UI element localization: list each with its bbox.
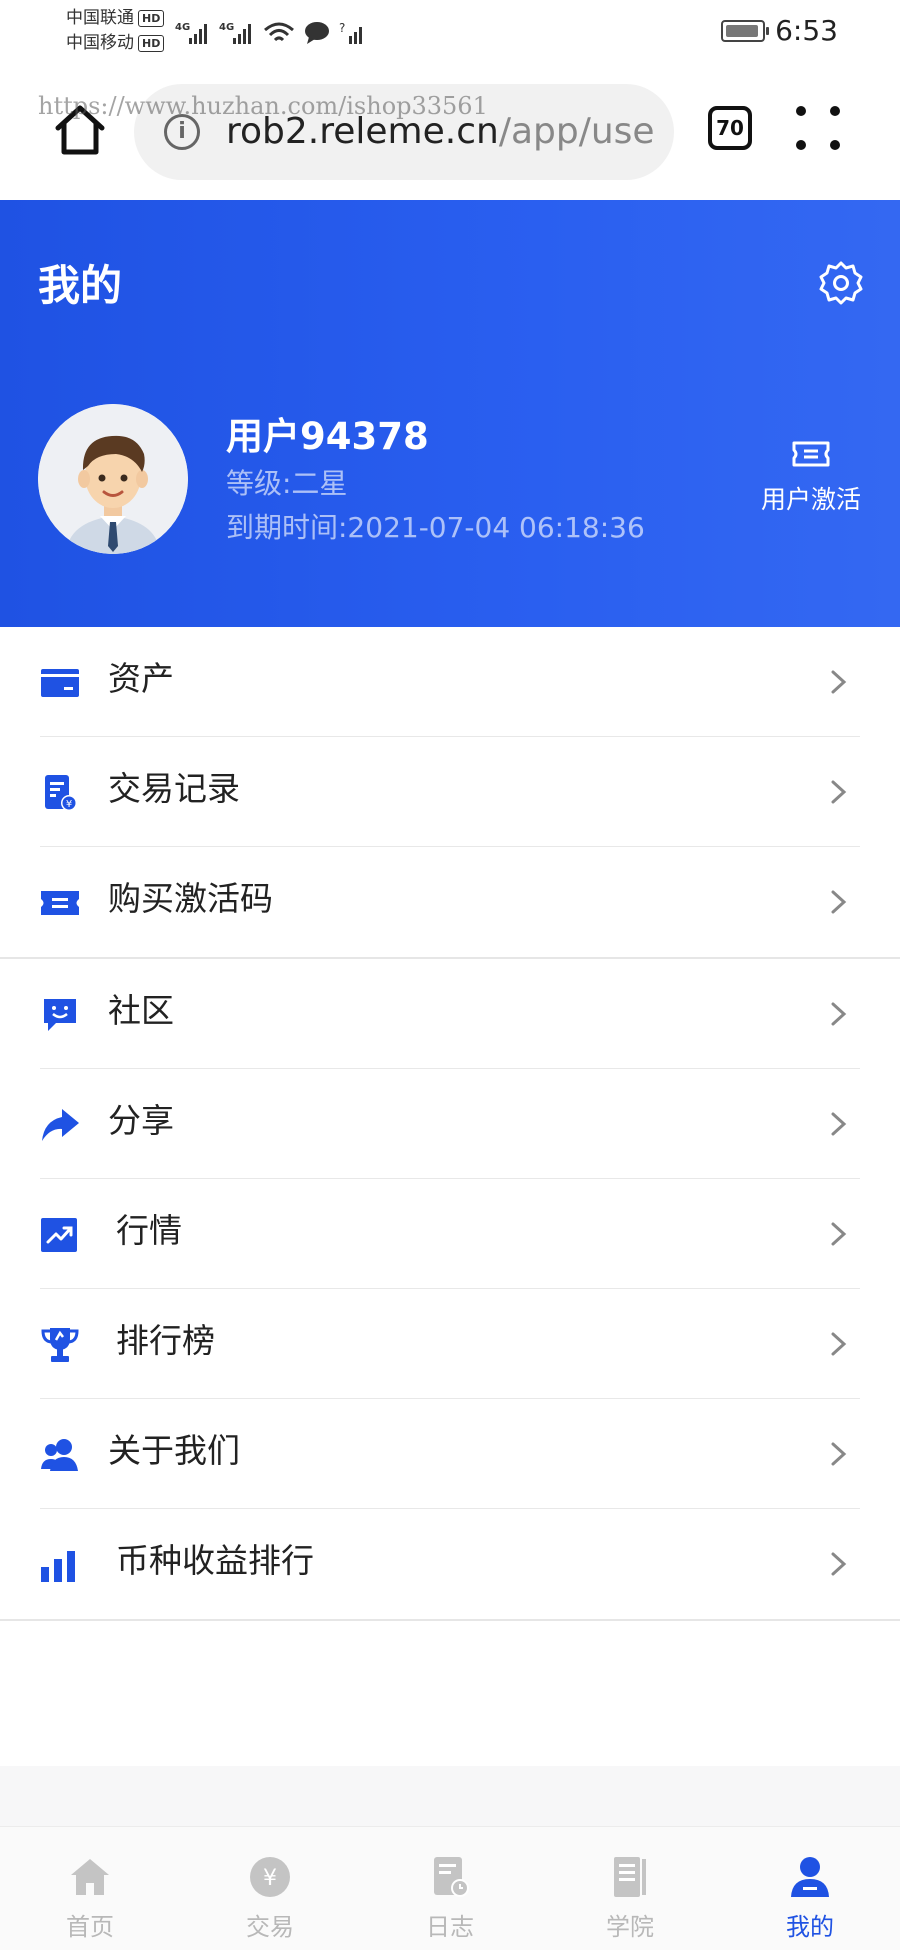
tab-mine[interactable]: 我的: [720, 1827, 900, 1950]
group-divider: [0, 1619, 900, 1621]
svg-text:4G: 4G: [219, 22, 234, 33]
more-menu-button[interactable]: [796, 106, 842, 152]
menu-label: 交易记录: [108, 769, 240, 808]
menu-group-more: 社区 分享 行情 排行榜 关于我们 币种收益排行: [0, 959, 900, 1619]
share-icon: [42, 1109, 79, 1141]
tab-label: 我的: [786, 1913, 834, 1941]
wifi-icon: [264, 22, 294, 42]
menu-label: 行情: [116, 1211, 182, 1250]
tab-trade[interactable]: ¥ 交易: [180, 1827, 360, 1950]
menu-item-leaderboard[interactable]: 排行榜: [0, 1289, 900, 1399]
battery-icon: [721, 19, 770, 42]
message-icon: [305, 22, 329, 44]
gear-icon[interactable]: [818, 260, 864, 306]
tab-home[interactable]: 首页: [0, 1827, 180, 1950]
address-bar[interactable]: i rob2.releme.cn/app/use: [134, 84, 674, 180]
svg-text:?: ?: [339, 21, 345, 35]
ticket-icon: [41, 891, 79, 915]
user-activate-label: 用户激活: [760, 485, 861, 514]
menu-group-account: 资产 ¥ 交易记录 购买激活码: [0, 627, 900, 957]
chat-icon: [44, 999, 76, 1031]
ticket-icon: [792, 441, 830, 467]
tabs-count-button[interactable]: 70: [708, 106, 752, 150]
hd-badge: HD: [138, 9, 165, 27]
chevron-right-icon: [831, 1442, 847, 1466]
chevron-right-icon: [831, 1112, 847, 1136]
menu-label: 排行榜: [116, 1321, 215, 1360]
tab-label: 日志: [426, 1913, 474, 1941]
trophy-icon: [41, 1328, 79, 1362]
home-icon: [71, 1859, 109, 1895]
bottom-tab-bar: 首页 ¥ 交易 日志 学院 我的: [0, 1826, 900, 1950]
menu-item-market[interactable]: 行情: [0, 1179, 900, 1289]
signal-unknown-icon: ?: [339, 21, 362, 44]
book-icon: [614, 1857, 646, 1897]
status-right: 6:53: [721, 14, 838, 47]
chevron-right-icon: [831, 1552, 847, 1576]
page: { "status_bar": { "carrier_1": "中国联通", "…: [0, 0, 900, 1950]
chevron-right-icon: [831, 1222, 847, 1246]
receipt-icon: ¥: [45, 775, 77, 811]
chevron-right-icon: [831, 780, 847, 804]
trend-chart-icon: [41, 1218, 77, 1252]
menu-item-about-us[interactable]: 关于我们: [0, 1399, 900, 1509]
user-icon: [791, 1857, 829, 1897]
avatar[interactable]: [38, 404, 188, 554]
menu-label: 分享: [108, 1101, 174, 1140]
team-icon: [41, 1439, 78, 1471]
status-bar: 中国联通 HD 中国移动 HD 4G 4G ? 6:53: [0, 0, 900, 70]
tab-academy[interactable]: 学院: [540, 1827, 720, 1950]
signal-icon: 4G: [175, 22, 207, 44]
menu-item-assets[interactable]: 资产: [0, 627, 900, 737]
chevron-right-icon: [831, 1332, 847, 1356]
menu-list: 资产 ¥ 交易记录 购买激活码 社区 分享 行情 排行榜 关于我们 币种收益排行: [0, 627, 900, 1621]
user-level: 等级:二星: [226, 467, 348, 500]
clock: 6:53: [775, 14, 838, 47]
signal-icons: 4G 4G ?: [175, 14, 365, 46]
chevron-right-icon: [831, 1002, 847, 1026]
menu-item-transaction-records[interactable]: ¥ 交易记录: [0, 737, 900, 847]
chevron-right-icon: [831, 890, 847, 914]
svg-text:¥: ¥: [263, 1866, 277, 1891]
page-title: 我的: [38, 261, 123, 310]
svg-text:¥: ¥: [66, 799, 72, 810]
tab-label: 首页: [66, 1913, 114, 1941]
chevron-right-icon: [831, 670, 847, 694]
yen-coin-icon: ¥: [250, 1857, 290, 1897]
browser-toolbar: i rob2.releme.cn/app/use https://www.huz…: [0, 70, 900, 200]
username: 用户94378: [226, 415, 429, 458]
carrier-1: 中国联通: [66, 8, 134, 28]
menu-label: 社区: [108, 991, 174, 1030]
tab-label: 学院: [606, 1913, 654, 1941]
carrier-2: 中国移动: [66, 33, 134, 53]
menu-label: 币种收益排行: [116, 1541, 314, 1580]
url-host: rob2.releme.cn: [226, 111, 499, 152]
expire-time: 到期时间:2021-07-04 06:18:36: [226, 511, 645, 544]
avatar-image: [38, 404, 188, 554]
wallet-icon: [41, 669, 79, 697]
signal-icon: 4G: [219, 22, 251, 44]
home-button[interactable]: [50, 100, 110, 160]
carrier-info: 中国联通 HD 中国移动 HD: [66, 6, 165, 56]
menu-label: 资产: [108, 659, 174, 698]
user-activate-button[interactable]: 用户激活: [756, 440, 866, 516]
menu-item-coin-earnings-ranking[interactable]: 币种收益排行: [0, 1509, 900, 1619]
menu-item-buy-activation-code[interactable]: 购买激活码: [0, 847, 900, 957]
log-icon: [434, 1857, 469, 1897]
menu-item-community[interactable]: 社区: [0, 959, 900, 1069]
svg-text:4G: 4G: [175, 22, 190, 33]
profile-header: 我的 用户94378 等级:二星 到期时间:2021-07-04 06:18:3…: [0, 200, 900, 627]
hd-badge: HD: [138, 34, 165, 52]
info-icon[interactable]: i: [164, 114, 200, 150]
tab-label: 交易: [246, 1913, 294, 1941]
menu-label: 购买激活码: [108, 879, 273, 918]
menu-item-share[interactable]: 分享: [0, 1069, 900, 1179]
menu-label: 关于我们: [108, 1431, 240, 1470]
bottom-spacer: [0, 1766, 900, 1826]
url-text[interactable]: rob2.releme.cn/app/use: [226, 106, 655, 158]
tab-log[interactable]: 日志: [360, 1827, 540, 1950]
bar-chart-icon: [41, 1551, 75, 1582]
url-path: /app/use: [498, 111, 655, 152]
